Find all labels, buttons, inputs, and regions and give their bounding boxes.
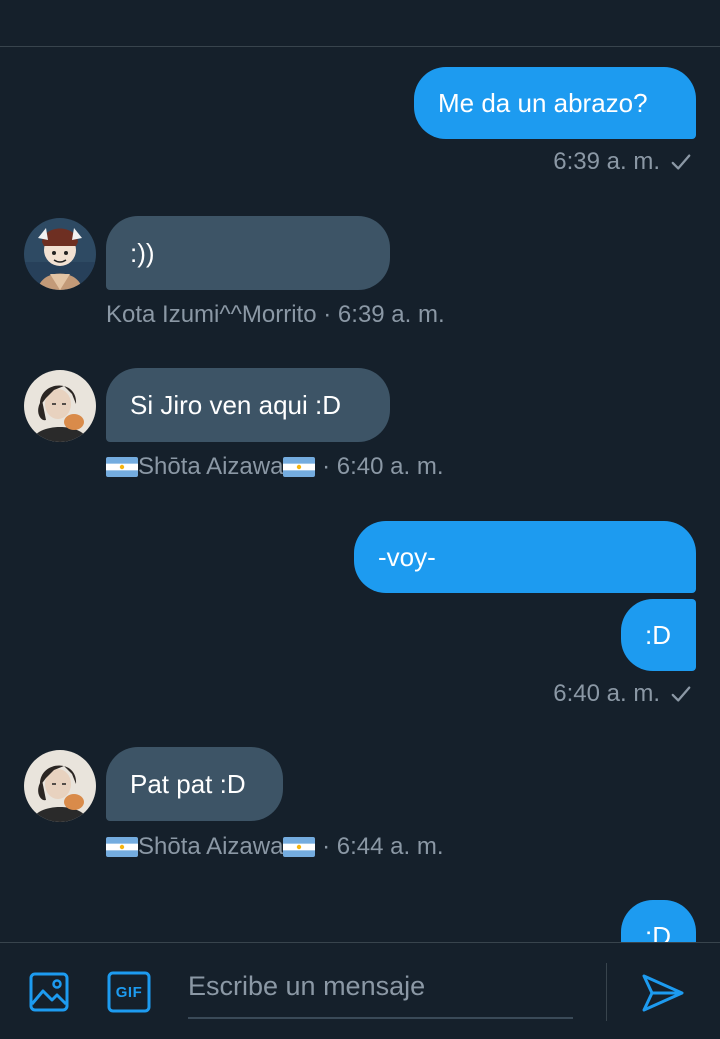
message-bubble-outgoing[interactable]: :D [621,900,696,942]
image-icon [29,972,69,1012]
message-text: :D [645,921,671,942]
message-bubble-outgoing[interactable]: Me da un abrazo? [414,67,696,139]
avatar[interactable] [24,370,96,442]
message-meta: Shōta Aizawa · 6:40 a. m. [106,452,444,482]
message-text: -voy- [378,542,436,572]
send-icon [642,974,684,1012]
message-bubble-outgoing[interactable]: :D [621,599,696,671]
avatar[interactable] [24,750,96,822]
sender-name: Kota Izumi^^Morrito [106,301,317,328]
meta-separator: · [322,453,331,480]
gif-button[interactable]: GIF [106,970,152,1014]
message-time: 6:39 a. m. [553,148,660,175]
message-bubble-incoming[interactable]: Pat pat :D [106,747,283,821]
message-time: 6:39 a. m. [337,301,445,328]
message-input[interactable] [188,961,573,1011]
send-button[interactable] [638,969,688,1017]
check-icon [671,154,691,170]
check-icon [671,686,691,702]
meta-separator: · [322,833,331,860]
argentina-flag-icon [106,457,138,477]
avatar[interactable] [24,218,96,290]
composer-divider [606,963,607,1021]
composer-bar: GIF [0,942,720,1039]
argentina-flag-icon [106,837,138,857]
message-bubble-incoming[interactable]: :)) [106,216,390,290]
message-time: 6:44 a. m. [336,833,444,860]
message-meta: Kota Izumi^^Morrito · 6:39 a. m. [106,300,445,330]
message-text: Pat pat :D [130,769,246,799]
message-bubble-incoming[interactable]: Si Jiro ven aqui :D [106,368,390,442]
message-input-wrapper [188,961,573,1019]
meta-separator: · [323,301,332,328]
message-meta: Shōta Aizawa · 6:44 a. m. [106,832,444,862]
message-text: Si Jiro ven aqui :D [130,390,341,420]
message-time: 6:40 a. m. [553,680,660,707]
message-text: :)) [130,238,155,268]
message-meta: 6:39 a. m. [553,147,692,177]
argentina-flag-icon [283,837,316,857]
sender-name: Shōta Aizawa [138,453,284,480]
image-button[interactable] [26,969,72,1015]
sender-name: Shōta Aizawa [138,833,284,860]
argentina-flag-icon [283,457,316,477]
message-meta: 6:40 a. m. [553,679,692,709]
conversation-feed[interactable]: Me da un abrazo? 6:39 a. m. :)) Kota Izu… [0,0,720,942]
message-bubble-outgoing[interactable]: -voy- [354,521,696,593]
message-text: Me da un abrazo? [438,88,648,118]
gif-label: GIF [115,983,143,1001]
message-time: 6:40 a. m. [336,453,444,480]
message-text: :D [645,620,671,650]
